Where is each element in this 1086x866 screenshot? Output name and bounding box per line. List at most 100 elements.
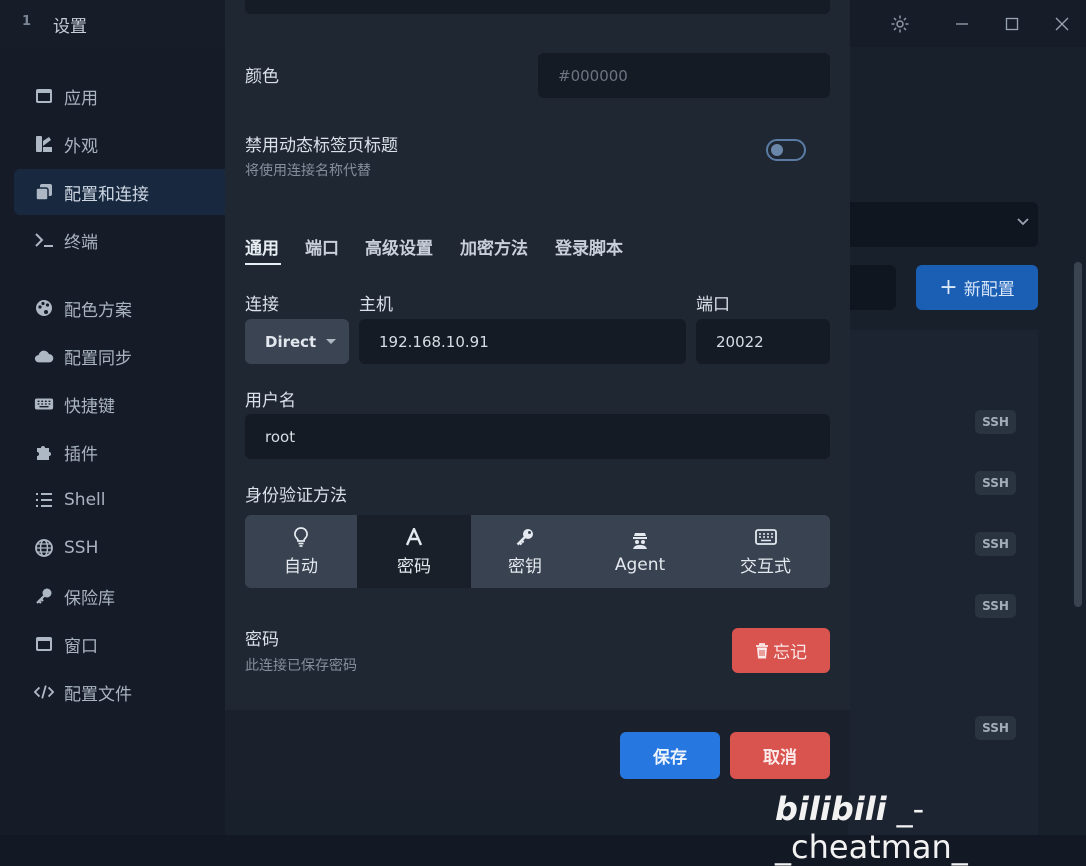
- forget-password-button[interactable]: 忘记: [732, 628, 830, 673]
- bilibili-logo: bilibili: [775, 790, 887, 828]
- connection-type-value: Direct: [265, 332, 317, 351]
- disable-dynamic-title-toggle[interactable]: [766, 139, 806, 161]
- sidebar-item-label: 插件: [64, 444, 98, 465]
- username-label: 用户名: [245, 391, 296, 411]
- sidebar-item-shell[interactable]: Shell: [14, 477, 254, 523]
- globe-icon: [34, 538, 54, 558]
- sidebar-item-label: 配置和连接: [64, 184, 149, 205]
- host-input[interactable]: 192.168.10.91: [359, 319, 686, 364]
- new-config-label: 新配置: [963, 280, 1015, 300]
- tab-title[interactable]: 设置: [53, 12, 87, 37]
- sidebar-item-plugins[interactable]: 插件: [14, 429, 254, 475]
- gear-icon[interactable]: [886, 10, 914, 38]
- connection-label: 连接: [245, 295, 279, 315]
- auth-password-label: 密码: [397, 557, 431, 577]
- tab-general[interactable]: 通用: [245, 234, 279, 259]
- ssh-badge: SSH: [975, 594, 1016, 618]
- ssh-badge: SSH: [975, 471, 1016, 495]
- sidebar-item-window[interactable]: 窗口: [14, 621, 254, 667]
- sidebar-item-label: 快捷键: [64, 396, 115, 417]
- agent-icon: [631, 529, 649, 551]
- sidebar-item-profiles[interactable]: 配置和连接: [14, 169, 254, 215]
- auth-interactive-button[interactable]: 交互式: [701, 515, 830, 588]
- auth-interactive-label: 交互式: [740, 557, 791, 577]
- sidebar-item-app[interactable]: 应用: [14, 73, 254, 119]
- auth-key-button[interactable]: 密钥: [471, 515, 579, 588]
- auth-method-selector: 自动 密码 密钥 Agent 交互式: [245, 515, 830, 588]
- sidebar-item-config-file[interactable]: 配置文件: [14, 669, 254, 715]
- auth-agent-button[interactable]: Agent: [579, 515, 701, 588]
- caret-down-icon: [326, 339, 337, 344]
- auth-password-button[interactable]: 密码: [357, 515, 471, 588]
- chevron-down-icon: [1016, 214, 1030, 232]
- window-icon: [34, 634, 54, 654]
- sidebar-item-appearance[interactable]: 外观: [14, 121, 254, 167]
- profile-filter-input[interactable]: [848, 265, 896, 310]
- keyboard-icon: [34, 394, 54, 414]
- port-input[interactable]: 20022: [696, 319, 830, 364]
- password-saved-description: 此连接已保存密码: [245, 658, 357, 674]
- tab-ciphers[interactable]: 加密方法: [460, 234, 528, 259]
- sidebar-item-hotkeys[interactable]: 快捷键: [14, 381, 254, 427]
- auth-auto-button[interactable]: 自动: [245, 515, 357, 588]
- key-icon: [34, 586, 54, 606]
- tab-login-scripts[interactable]: 登录脚本: [555, 234, 623, 259]
- sidebar-item-label: 配置文件: [64, 684, 132, 705]
- trash-icon: [755, 642, 769, 659]
- sidebar-item-terminal[interactable]: 终端: [14, 217, 254, 263]
- key-icon: [515, 526, 535, 548]
- palette-icon: [34, 298, 54, 318]
- terminal-icon: [34, 230, 54, 250]
- sidebar-item-vault[interactable]: 保险库: [14, 573, 254, 619]
- minimize-icon[interactable]: [948, 10, 976, 38]
- plus-icon: +: [939, 275, 958, 300]
- name-input[interactable]: [245, 0, 830, 14]
- cancel-button[interactable]: 取消: [730, 732, 830, 779]
- lightbulb-icon: [294, 526, 308, 548]
- color-label: 颜色: [245, 67, 279, 87]
- video-watermark: bilibili _-_cheatman_: [775, 790, 1086, 866]
- sidebar-item-label: 应用: [64, 88, 98, 109]
- scrollbar[interactable]: [1074, 262, 1082, 607]
- keyboard-icon: [754, 526, 777, 548]
- puzzle-icon: [34, 442, 54, 462]
- save-button[interactable]: 保存: [620, 732, 720, 779]
- forget-label: 忘记: [773, 643, 807, 663]
- maximize-icon[interactable]: [998, 10, 1026, 38]
- paint-icon: [34, 134, 54, 154]
- sidebar-item-label: Shell: [64, 490, 106, 510]
- tab-ports[interactable]: 端口: [305, 234, 339, 259]
- active-tab-indicator: [245, 263, 281, 265]
- profile-group-select[interactable]: [848, 202, 1038, 247]
- color-input[interactable]: #000000: [538, 53, 830, 98]
- list-icon: [34, 490, 54, 510]
- new-config-button[interactable]: + 新配置: [916, 265, 1038, 310]
- ssh-badge: SSH: [975, 716, 1016, 740]
- auth-auto-label: 自动: [284, 557, 318, 577]
- connection-type-dropdown[interactable]: Direct: [245, 319, 349, 364]
- sidebar-item-label: 配色方案: [64, 300, 132, 321]
- toggle-knob: [771, 144, 783, 156]
- sidebar: 应用 外观 配置和连接 终端 配色方案 配置同步 快捷键 插件 Shell SS…: [0, 47, 254, 835]
- sidebar-item-config-sync[interactable]: 配置同步: [14, 333, 254, 379]
- sidebar-item-label: 外观: [64, 136, 98, 157]
- auth-method-label: 身份验证方法: [245, 486, 347, 506]
- close-icon[interactable]: [1048, 10, 1076, 38]
- sidebar-item-ssh[interactable]: SSH: [14, 525, 254, 571]
- auth-agent-label: Agent: [614, 554, 666, 575]
- sidebar-item-label: SSH: [64, 538, 99, 558]
- host-label: 主机: [359, 295, 393, 315]
- sidebar-item-label: 保险库: [64, 588, 115, 609]
- font-icon: [405, 526, 423, 548]
- app-window-icon: [34, 86, 54, 106]
- sidebar-item-label: 窗口: [64, 636, 98, 657]
- tab-advanced[interactable]: 高级设置: [365, 234, 433, 259]
- sidebar-item-color-scheme[interactable]: 配色方案: [14, 285, 254, 331]
- ssh-badge: SSH: [975, 410, 1016, 434]
- username-input[interactable]: root: [245, 414, 830, 459]
- profile-list: [848, 330, 1038, 835]
- port-label: 端口: [696, 295, 730, 315]
- ssh-badge: SSH: [975, 532, 1016, 556]
- auth-key-label: 密钥: [508, 557, 542, 577]
- profile-edit-dialog: 颜色 #000000 禁用动态标签页标题 将使用连接名称代替 通用 端口 高级设…: [225, 0, 850, 800]
